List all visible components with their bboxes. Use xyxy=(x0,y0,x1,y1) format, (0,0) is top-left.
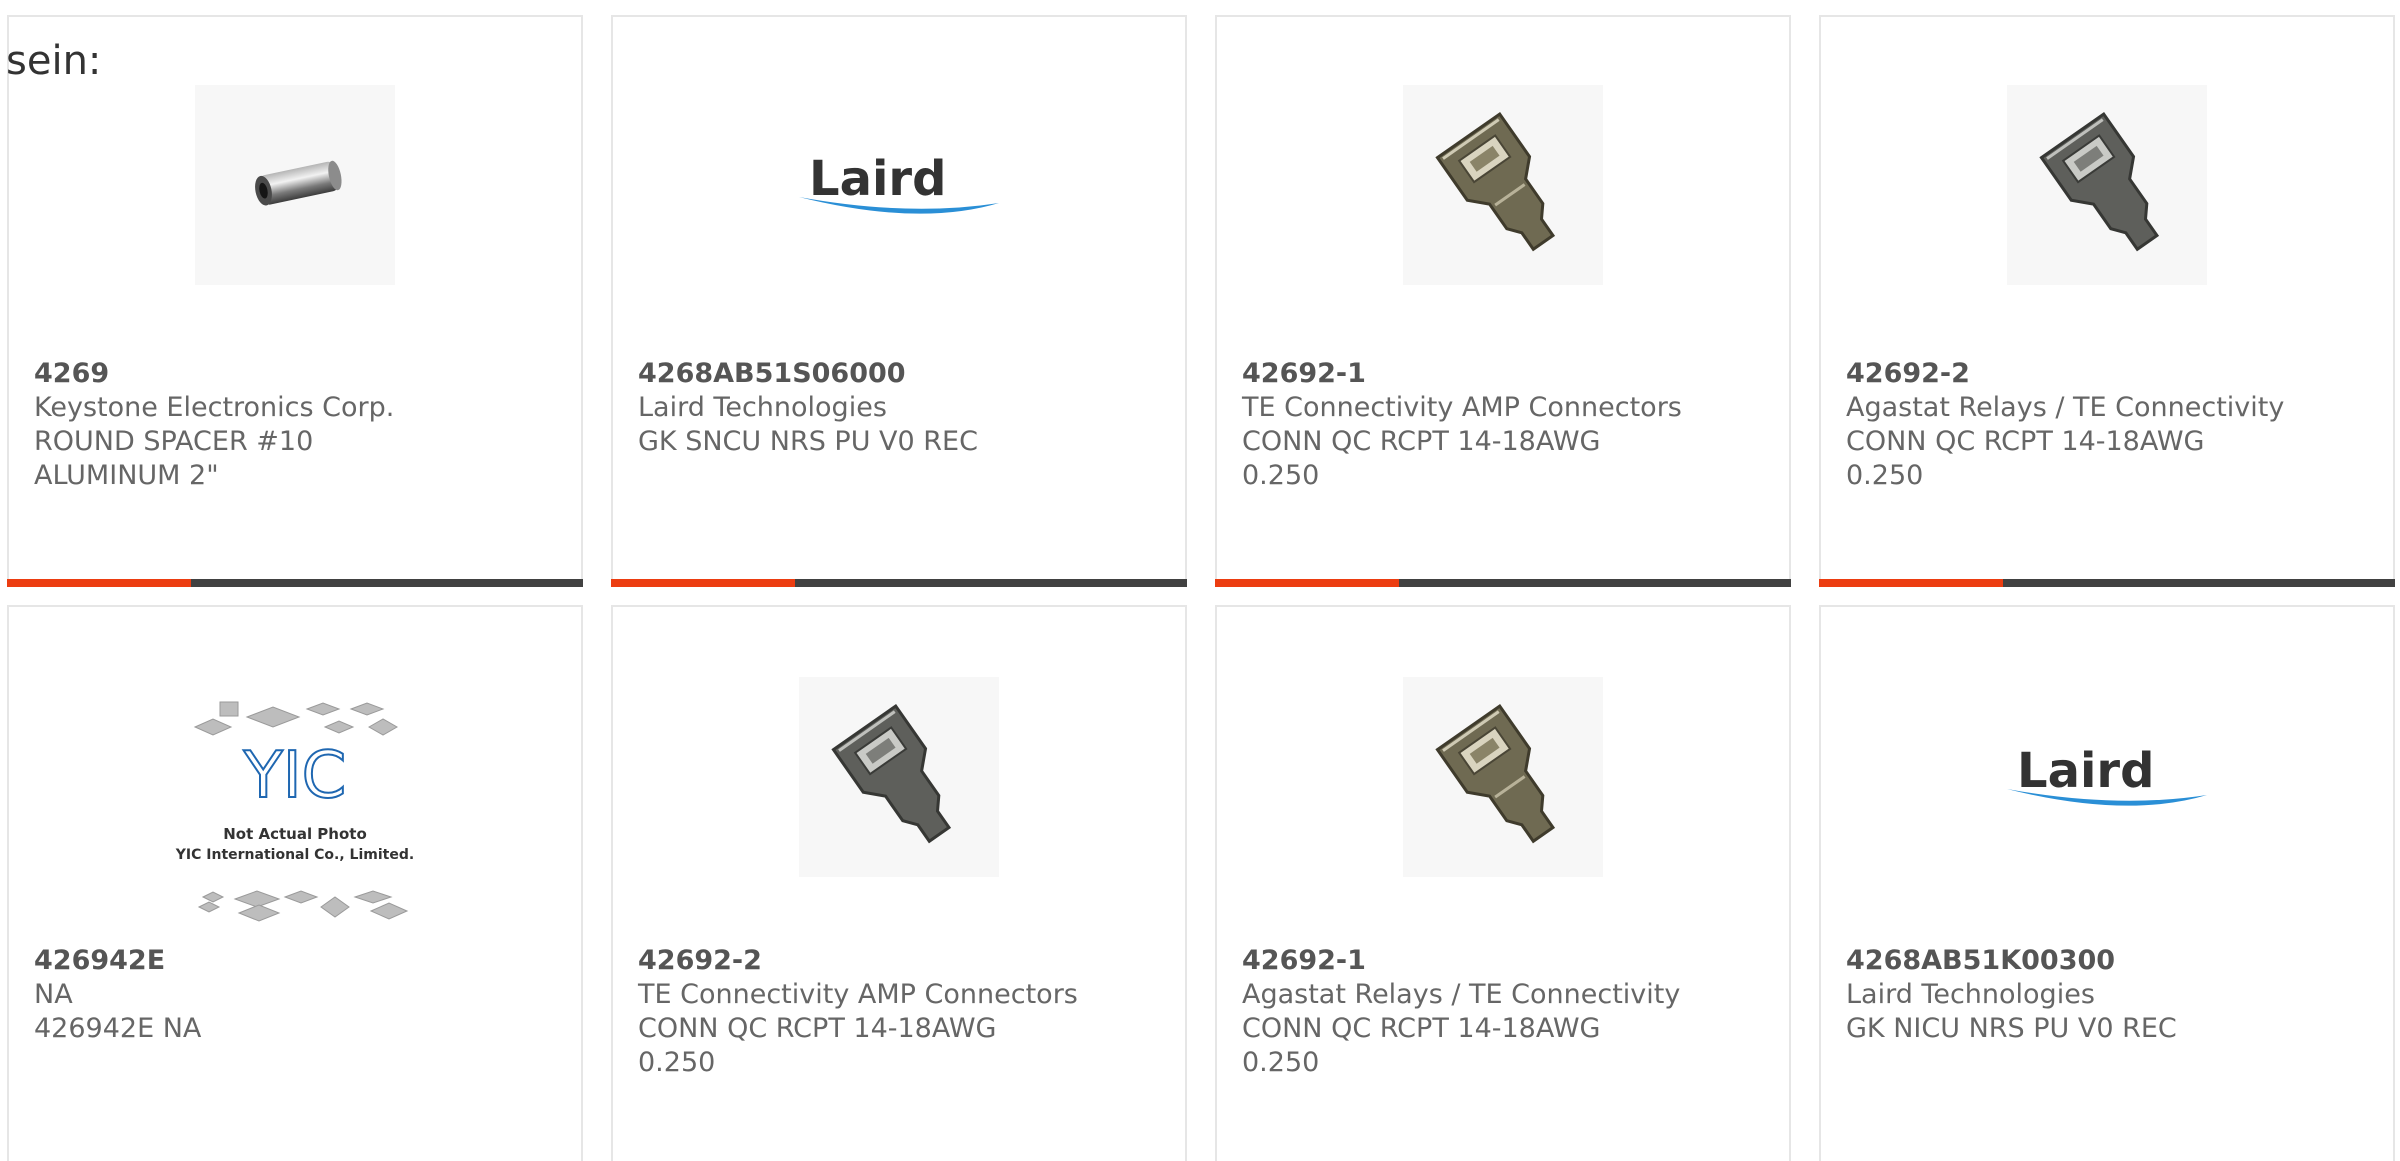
progress-bar xyxy=(7,579,583,587)
product-card[interactable]: 42692-1 TE Connectivity AMP Connectors C… xyxy=(1215,15,1791,587)
connector-image[interactable] xyxy=(1403,85,1603,285)
not-actual-photo-label: Not Actual Photo xyxy=(223,825,367,843)
description: 426942E NA xyxy=(34,1013,202,1044)
product-card[interactable]: YIC Not Actual Photo YIC International C… xyxy=(7,605,583,1161)
not-actual-photo-image[interactable]: YIC Not Actual Photo YIC International C… xyxy=(175,697,415,937)
description: CONN QC RCPT 14-18AWG 0.250 xyxy=(1242,1013,1601,1078)
laird-logo-text: Laird xyxy=(2017,743,2154,799)
manufacturer: Agastat Relays / TE Connectivity xyxy=(1242,979,1681,1010)
progress-bar-fill xyxy=(7,579,192,587)
progress-bar xyxy=(1819,579,2395,587)
laird-logo-text: Laird xyxy=(809,151,946,207)
product-info: 4268AB51K00300 Laird Technologies GK NIC… xyxy=(1846,944,2286,1046)
connector-image[interactable] xyxy=(799,677,999,877)
product-card[interactable]: Laird 4268AB51S06000 Laird Technologies … xyxy=(611,15,1187,587)
lead-text: sein: xyxy=(6,38,102,84)
part-number[interactable]: 426942E xyxy=(34,944,474,978)
product-info: 42692-2 TE Connectivity AMP Connectors C… xyxy=(638,944,1078,1080)
part-number[interactable]: 4268AB51K00300 xyxy=(1846,944,2286,978)
part-number[interactable]: 42692-2 xyxy=(638,944,1078,978)
description: GK SNCU NRS PU V0 REC xyxy=(638,426,978,457)
progress-bar xyxy=(1215,579,1791,587)
yic-logo: YIC xyxy=(243,739,347,813)
product-card[interactable]: 42692-2 Agastat Relays / TE Connectivity… xyxy=(1819,15,2395,587)
laird-logo[interactable]: Laird xyxy=(779,85,1019,285)
part-number[interactable]: 42692-1 xyxy=(1242,944,1682,978)
manufacturer: Laird Technologies xyxy=(638,392,887,423)
part-number[interactable]: 4268AB51S06000 xyxy=(638,357,1078,391)
product-info: 4269 Keystone Electronics Corp. ROUND SP… xyxy=(34,357,474,493)
progress-bar xyxy=(611,579,1187,587)
product-card[interactable]: Laird 4268AB51K00300 Laird Technologies … xyxy=(1819,605,2395,1161)
product-grid-page: sein: 4269 Keystone Electronics Corp. RO… xyxy=(0,0,2400,1161)
description: CONN QC RCPT 14-18AWG 0.250 xyxy=(1846,426,2205,491)
manufacturer: TE Connectivity AMP Connectors xyxy=(638,979,1078,1010)
connector-image[interactable] xyxy=(1403,677,1603,877)
manufacturer: Keystone Electronics Corp. xyxy=(34,392,395,423)
manufacturer: TE Connectivity AMP Connectors xyxy=(1242,392,1682,423)
description: GK NICU NRS PU V0 REC xyxy=(1846,1013,2177,1044)
connector-image[interactable] xyxy=(2007,85,2207,285)
manufacturer: Laird Technologies xyxy=(1846,979,2095,1010)
product-info: 426942E NA 426942E NA xyxy=(34,944,474,1046)
part-number[interactable]: 4269 xyxy=(34,357,474,391)
product-info: 4268AB51S06000 Laird Technologies GK SNC… xyxy=(638,357,1078,459)
description: CONN QC RCPT 14-18AWG 0.250 xyxy=(638,1013,997,1078)
description: ROUND SPACER #10 ALUMINUM 2" xyxy=(34,426,314,491)
manufacturer: NA xyxy=(34,979,73,1010)
spacer-image[interactable] xyxy=(195,85,395,285)
progress-bar-fill xyxy=(1215,579,1400,587)
progress-bar-fill xyxy=(1819,579,2004,587)
part-number[interactable]: 42692-2 xyxy=(1846,357,2286,391)
product-card[interactable]: 42692-1 Agastat Relays / TE Connectivity… xyxy=(1215,605,1791,1161)
progress-bar-fill xyxy=(611,579,796,587)
description: CONN QC RCPT 14-18AWG 0.250 xyxy=(1242,426,1601,491)
product-info: 42692-1 Agastat Relays / TE Connectivity… xyxy=(1242,944,1682,1080)
yic-company-label: YIC International Co., Limited. xyxy=(175,847,414,863)
laird-logo[interactable]: Laird xyxy=(1987,677,2227,877)
product-info: 42692-1 TE Connectivity AMP Connectors C… xyxy=(1242,357,1682,493)
product-info: 42692-2 Agastat Relays / TE Connectivity… xyxy=(1846,357,2286,493)
part-number[interactable]: 42692-1 xyxy=(1242,357,1682,391)
product-card[interactable]: 4269 Keystone Electronics Corp. ROUND SP… xyxy=(7,15,583,587)
manufacturer: Agastat Relays / TE Connectivity xyxy=(1846,392,2285,423)
product-card[interactable]: 42692-2 TE Connectivity AMP Connectors C… xyxy=(611,605,1187,1161)
